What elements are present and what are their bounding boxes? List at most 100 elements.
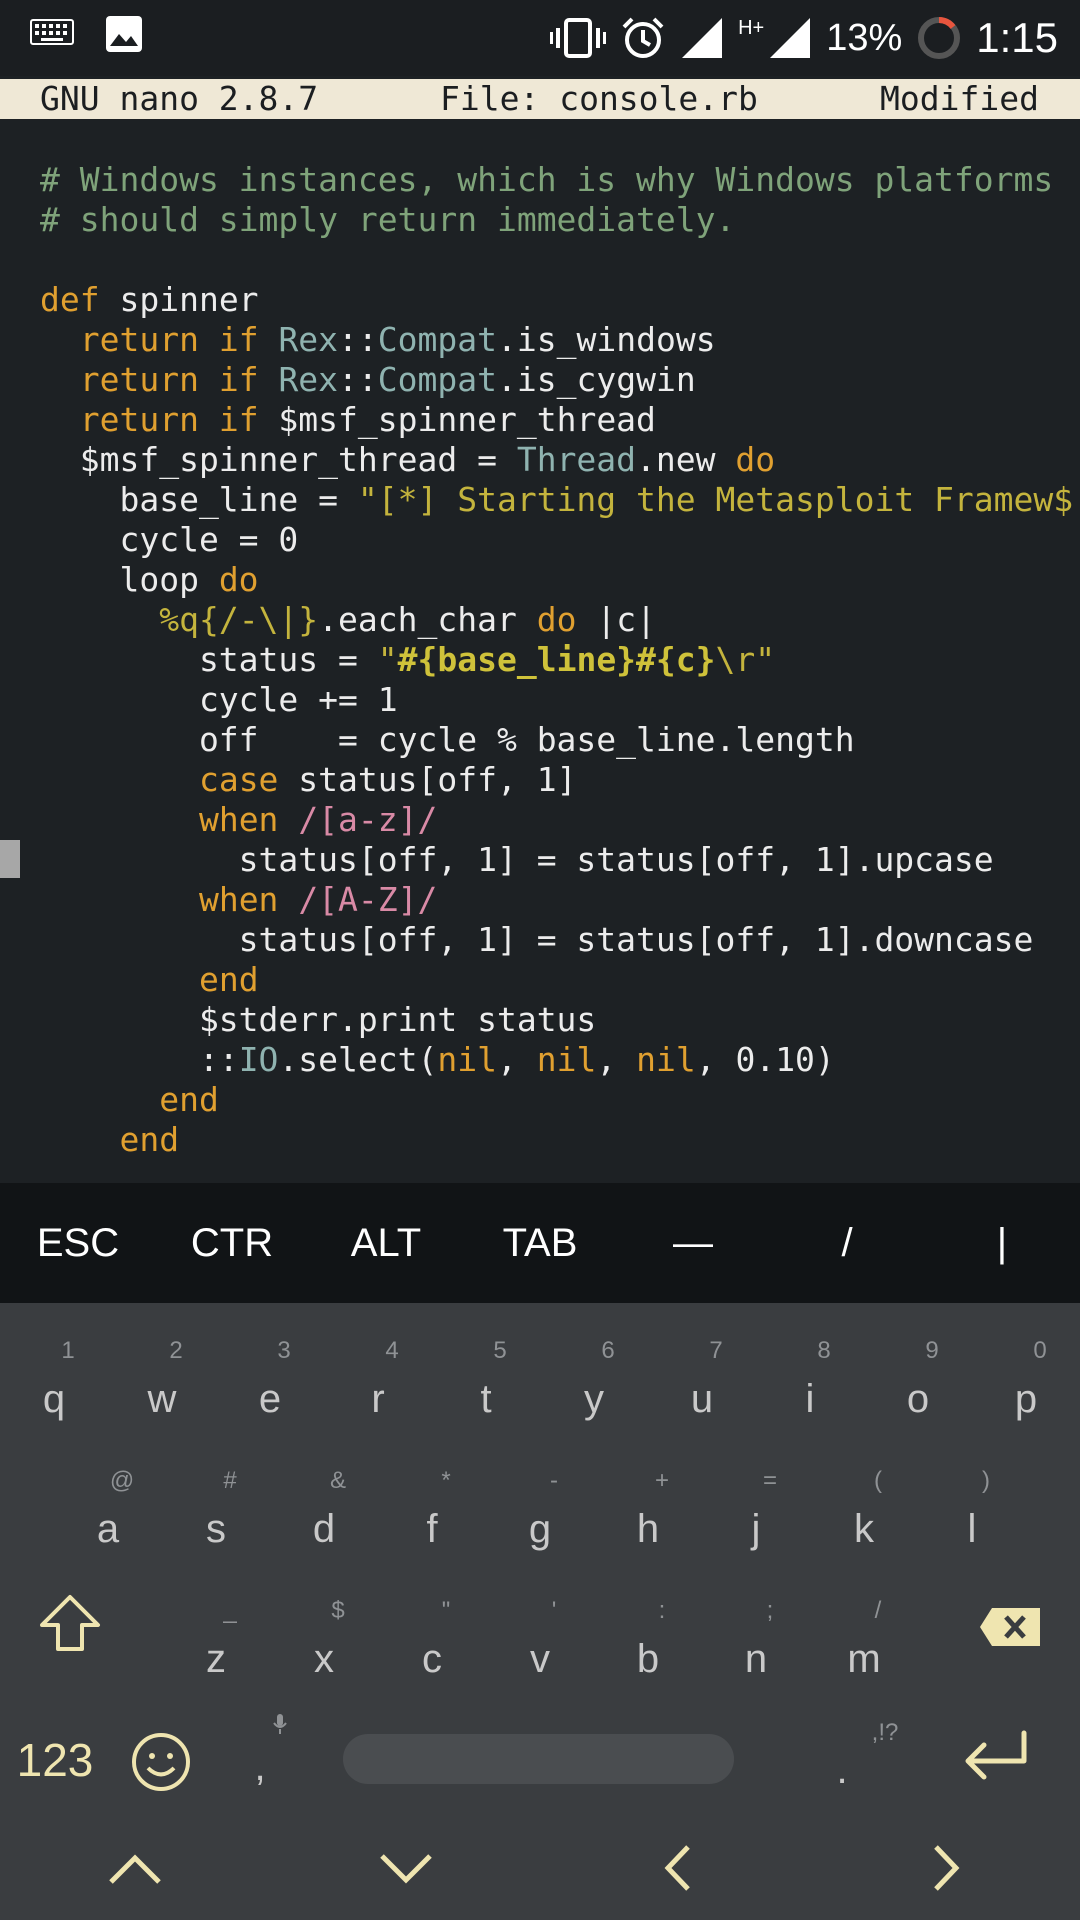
code-token: return if <box>79 400 259 439</box>
code-token: case <box>198 760 279 799</box>
key-f[interactable]: f <box>392 1507 472 1552</box>
code-token: return if <box>79 360 259 399</box>
code-token: return if <box>79 320 259 359</box>
key-x[interactable]: x <box>284 1637 364 1682</box>
key-b[interactable]: b <box>608 1637 688 1682</box>
key-a[interactable]: a <box>68 1507 148 1552</box>
key-d[interactable]: d <box>284 1507 364 1552</box>
key-r[interactable]: r <box>338 1377 418 1422</box>
code-line: return if Rex::Compat.is_windows <box>40 320 716 360</box>
arrow-left-icon[interactable] <box>660 1843 694 1893</box>
code-token: .is_cygwin <box>497 360 696 399</box>
code-token: "[*] Starting the Metasploit Framew$ <box>357 480 1074 519</box>
code-token: do <box>735 440 776 479</box>
code-token: , <box>596 1040 637 1079</box>
key-hint: * <box>441 1467 451 1494</box>
code-editor[interactable]: # Windows instances, which is why Window… <box>0 120 1080 1183</box>
extra-key-4[interactable]: — <box>633 1183 753 1303</box>
enter-icon[interactable] <box>958 1727 1030 1787</box>
key-p[interactable]: p <box>986 1377 1066 1422</box>
extra-key-2[interactable]: ALT <box>326 1183 446 1303</box>
key-q[interactable]: q <box>14 1377 94 1422</box>
comma-key[interactable]: , <box>220 1745 300 1790</box>
code-token: cycle += 1 <box>40 680 398 719</box>
code-token: IO <box>238 1040 279 1079</box>
key-hint: ; <box>766 1597 774 1624</box>
key-s[interactable]: s <box>176 1507 256 1552</box>
code-token: /[a-z]/ <box>298 800 438 839</box>
extra-key-6[interactable]: | <box>942 1183 1062 1303</box>
line-marker <box>0 840 20 878</box>
key-z[interactable]: z <box>176 1637 256 1682</box>
key-hint: 6 <box>601 1337 615 1364</box>
key-m[interactable]: m <box>824 1637 904 1682</box>
code-token: Thread <box>516 440 637 479</box>
code-token: :: <box>338 360 378 399</box>
arrow-up-icon[interactable] <box>107 1848 163 1888</box>
code-token: /[A-Z]/ <box>298 880 438 919</box>
key-n[interactable]: n <box>716 1637 796 1682</box>
key-y[interactable]: y <box>554 1377 634 1422</box>
arrow-down-icon[interactable] <box>378 1848 434 1888</box>
extra-keys-row: ESC CTR ALT TAB — / | <box>0 1183 1080 1303</box>
emoji-icon[interactable] <box>130 1731 192 1793</box>
key-u[interactable]: u <box>662 1377 742 1422</box>
code-line: return if $msf_spinner_thread <box>40 400 656 440</box>
key-hint: 9 <box>925 1337 939 1364</box>
code-line: loop do <box>40 560 258 600</box>
key-o[interactable]: o <box>878 1377 958 1422</box>
arrow-right-icon[interactable] <box>930 1843 964 1893</box>
battery-ring-icon <box>918 17 961 59</box>
code-token: status[off, 1] = status[off, 1].downcase <box>40 920 1034 959</box>
key-e[interactable]: e <box>230 1377 310 1422</box>
code-token: status[off, 1] <box>278 760 577 799</box>
key-c[interactable]: c <box>392 1637 472 1682</box>
status-bar: H+ 13% 1:15 <box>0 0 1080 76</box>
extra-key-5[interactable]: / <box>787 1183 907 1303</box>
extra-key-1[interactable]: CTR <box>172 1183 292 1303</box>
key-v[interactable]: v <box>500 1637 580 1682</box>
key-hint: 8 <box>817 1337 831 1364</box>
backspace-icon[interactable] <box>978 1606 1042 1648</box>
key-hint: $ <box>331 1597 345 1624</box>
key-j[interactable]: j <box>716 1507 796 1552</box>
code-token: status[off, 1] = status[off, 1].upcase <box>40 840 994 879</box>
code-token: $msf_spinner_thread <box>258 400 656 439</box>
code-token: # should simply return immediately. <box>40 200 736 239</box>
key-l[interactable]: l <box>932 1507 1012 1552</box>
code-token: .is_windows <box>497 320 716 359</box>
battery-percent: 13% <box>826 16 903 59</box>
key-h[interactable]: h <box>608 1507 688 1552</box>
code-token: Compat <box>377 320 498 359</box>
code-token: loop <box>40 560 219 599</box>
code-token: %q{/-\|} <box>159 600 319 639</box>
extra-key-0[interactable]: ESC <box>18 1183 138 1303</box>
key-hint: 5 <box>493 1337 507 1364</box>
code-token: when <box>198 880 279 919</box>
vibrate-icon <box>550 18 607 58</box>
extra-key-3[interactable]: TAB <box>480 1183 600 1303</box>
shift-icon[interactable] <box>38 1593 102 1653</box>
key-g[interactable]: g <box>500 1507 580 1552</box>
key-w[interactable]: w <box>122 1377 202 1422</box>
key-i[interactable]: i <box>770 1377 850 1422</box>
key-hint: ' <box>551 1597 557 1624</box>
code-token: Rex <box>278 360 339 399</box>
numbers-key[interactable]: 123 <box>10 1733 100 1787</box>
key-hint: - <box>550 1467 558 1494</box>
key-hint: " <box>441 1597 451 1624</box>
modified-status: Modified <box>880 79 1039 118</box>
code-token: #{base_line}#{c} <box>397 640 716 679</box>
key-hint: # <box>223 1467 237 1494</box>
code-token: # Windows instances, which is why Window… <box>40 160 1054 199</box>
key-k[interactable]: k <box>824 1507 904 1552</box>
key-t[interactable]: t <box>446 1377 526 1422</box>
code-line: end <box>40 960 259 1000</box>
period-key[interactable]: . <box>802 1748 882 1793</box>
space-bar[interactable] <box>343 1734 734 1784</box>
